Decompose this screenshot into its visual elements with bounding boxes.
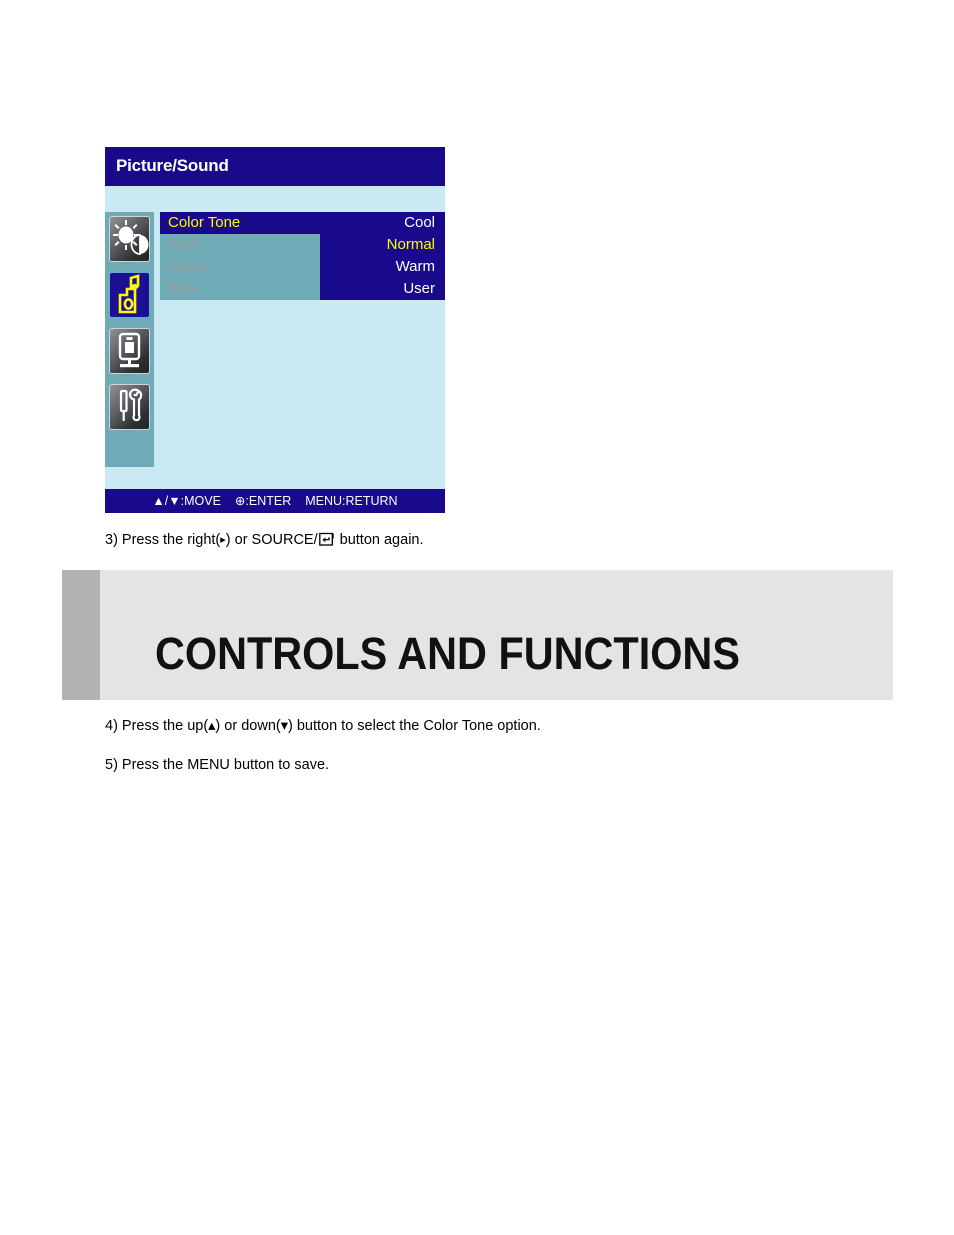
hint-move: ▲/▼:MOVE [152, 494, 221, 508]
step3-suffix: button again. [335, 532, 424, 548]
hint-return: MENU:RETURN [305, 494, 398, 508]
brightness-contrast-glyph [113, 220, 149, 255]
instruction-step-4: 4) Press the up(▴) or down(▾) button to … [105, 718, 541, 734]
osd-menu-panel: Picture/Sound Color Tone Red Green Blue … [105, 147, 445, 513]
menu-item-color-tone[interactable]: Color Tone [168, 212, 240, 234]
osd-menu-list: Color Tone Red Green Blue Cool Normal Wa… [160, 212, 445, 300]
display-monitor-icon[interactable] [109, 328, 150, 374]
page-title: Picture/Sound [116, 156, 229, 175]
display-monitor-glyph [118, 332, 141, 368]
option-cool[interactable]: Cool [404, 212, 435, 234]
option-user[interactable]: User [403, 278, 435, 300]
setup-tools-icon[interactable] [109, 384, 150, 430]
step3-middle: ) or SOURCE/ [225, 532, 318, 548]
section-banner: CONTROLS AND FUNCTIONS [62, 570, 893, 700]
option-normal[interactable]: Normal [387, 234, 435, 256]
banner-body: CONTROLS AND FUNCTIONS [100, 570, 893, 700]
step3-prefix: 3) Press the right( [105, 532, 221, 548]
osd-title-bar: Picture/Sound [105, 147, 445, 186]
instruction-step-3: 3) Press the right(▸) or SOURCE/ button … [105, 532, 424, 548]
banner-accent-bar [62, 570, 100, 700]
osd-icon-rail [105, 212, 154, 467]
menu-item-green[interactable]: Green [168, 256, 210, 278]
source-enter-icon [318, 532, 335, 547]
option-warm[interactable]: Warm [396, 256, 435, 278]
sound-icon[interactable] [109, 272, 150, 318]
osd-hint-bar: ▲/▼:MOVE ⊕:ENTER MENU:RETURN [105, 489, 445, 513]
sound-glyph [118, 274, 140, 314]
hint-enter: ⊕:ENTER [234, 494, 292, 508]
setup-tools-glyph [119, 388, 143, 422]
menu-item-blue[interactable]: Blue [168, 278, 198, 300]
menu-item-red[interactable]: Red [168, 234, 196, 256]
brightness-contrast-icon[interactable] [109, 216, 150, 262]
instruction-step-5: 5) Press the MENU button to save. [105, 757, 330, 773]
osd-hint-text-group: ▲/▼:MOVE ⊕:ENTER MENU:RETURN [105, 489, 445, 513]
section-title: CONTROLS AND FUNCTIONS [155, 628, 740, 679]
